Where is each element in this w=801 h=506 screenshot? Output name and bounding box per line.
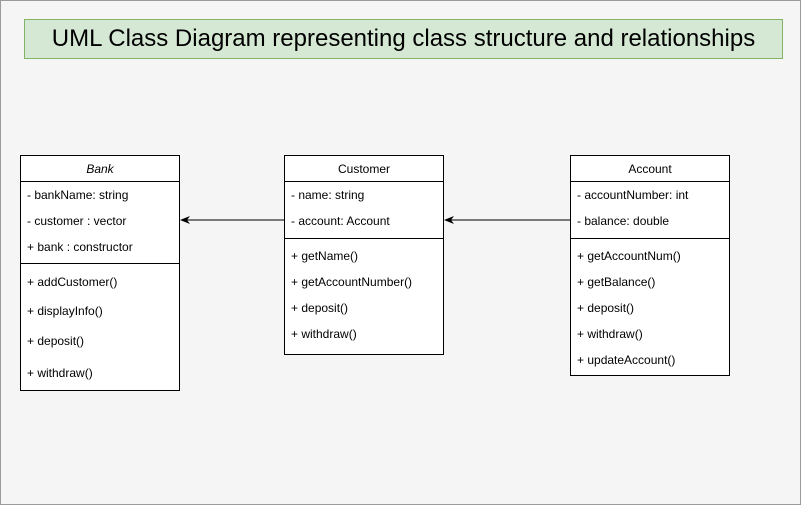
class-customer-method: + getAccountNumber() xyxy=(291,275,413,289)
class-customer-method: + getName() xyxy=(291,249,359,263)
class-account-method: + updateAccount() xyxy=(577,353,676,367)
class-account-methods: + getAccountNum() + getBalance() + depos… xyxy=(571,239,729,373)
class-bank-name: Bank xyxy=(21,156,179,182)
class-account-name: Account xyxy=(571,156,729,182)
class-bank-attribute: - customer : vector xyxy=(27,214,127,228)
class-account-attribute: - balance: double xyxy=(577,214,670,228)
class-customer-name: Customer xyxy=(285,156,443,182)
class-customer-attribute: - name: string xyxy=(291,188,365,202)
class-customer-methods: + getName() + getAccountNumber() + depos… xyxy=(285,239,443,347)
class-bank-attribute: - bankName: string xyxy=(27,188,129,202)
class-account-method: + deposit() xyxy=(577,301,635,315)
class-bank[interactable]: Bank - bankName: string - customer : vec… xyxy=(20,155,180,391)
class-customer[interactable]: Customer - name: string - account: Accou… xyxy=(284,155,444,355)
class-account[interactable]: Account - accountNumber: int - balance: … xyxy=(570,155,730,376)
class-bank-attribute: + bank : constructor xyxy=(27,240,133,254)
class-account-method: + withdraw() xyxy=(577,327,643,341)
class-bank-attributes: - bankName: string - customer : vector +… xyxy=(21,182,179,264)
class-bank-methods: + addCustomer() + displayInfo() + deposi… xyxy=(21,264,179,390)
class-customer-attributes: - name: string - account: Account xyxy=(285,182,443,239)
class-bank-method: + deposit() xyxy=(27,334,85,348)
class-account-attributes: - accountNumber: int - balance: double xyxy=(571,182,729,239)
class-customer-method: + deposit() xyxy=(291,301,349,315)
class-bank-method: + displayInfo() xyxy=(27,304,103,318)
class-customer-attribute: - account: Account xyxy=(291,214,390,228)
class-bank-method: + addCustomer() xyxy=(27,275,118,289)
class-account-method: + getBalance() xyxy=(577,275,656,289)
class-account-method: + getAccountNum() xyxy=(577,249,681,263)
diagram-title: UML Class Diagram representing class str… xyxy=(24,19,783,59)
class-bank-method: + withdraw() xyxy=(27,366,93,380)
class-account-attribute: - accountNumber: int xyxy=(577,188,689,202)
class-customer-method: + withdraw() xyxy=(291,327,357,341)
